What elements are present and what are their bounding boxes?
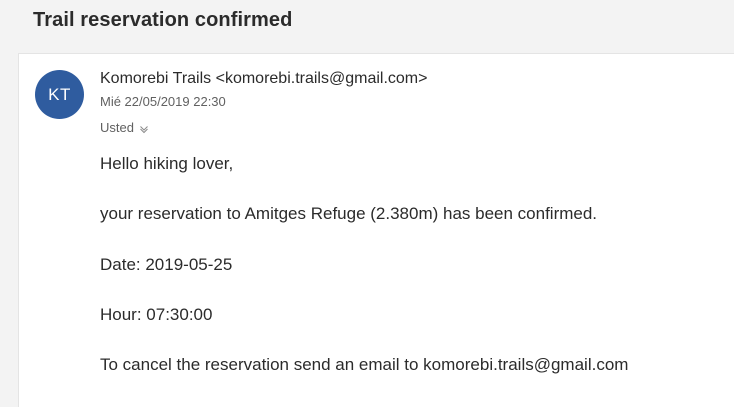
body-cancel-instructions: To cancel the reservation send an email … — [100, 355, 629, 374]
avatar-initials: KT — [48, 84, 71, 104]
recipients-toggle[interactable]: Usted — [100, 120, 149, 135]
sender-avatar[interactable]: KT — [35, 70, 84, 119]
subject-bar: Trail reservation confirmed — [0, 0, 734, 44]
sender-name[interactable]: Komorebi Trails <komorebi.trails@gmail.c… — [100, 70, 427, 88]
body-date: Date: 2019-05-25 — [100, 255, 233, 274]
message-card: KT Komorebi Trails <komorebi.trails@gmai… — [18, 53, 734, 407]
recipient-label: Usted — [100, 120, 134, 135]
body-hour: Hour: 07:30:00 — [100, 305, 213, 324]
body-confirmation: your reservation to Amitges Refuge (2.38… — [100, 204, 598, 223]
body-greeting: Hello hiking lover, — [100, 154, 234, 173]
message-date: Mié 22/05/2019 22:30 — [100, 94, 226, 109]
chevron-down-icon — [139, 122, 149, 133]
email-subject: Trail reservation confirmed — [33, 9, 293, 31]
